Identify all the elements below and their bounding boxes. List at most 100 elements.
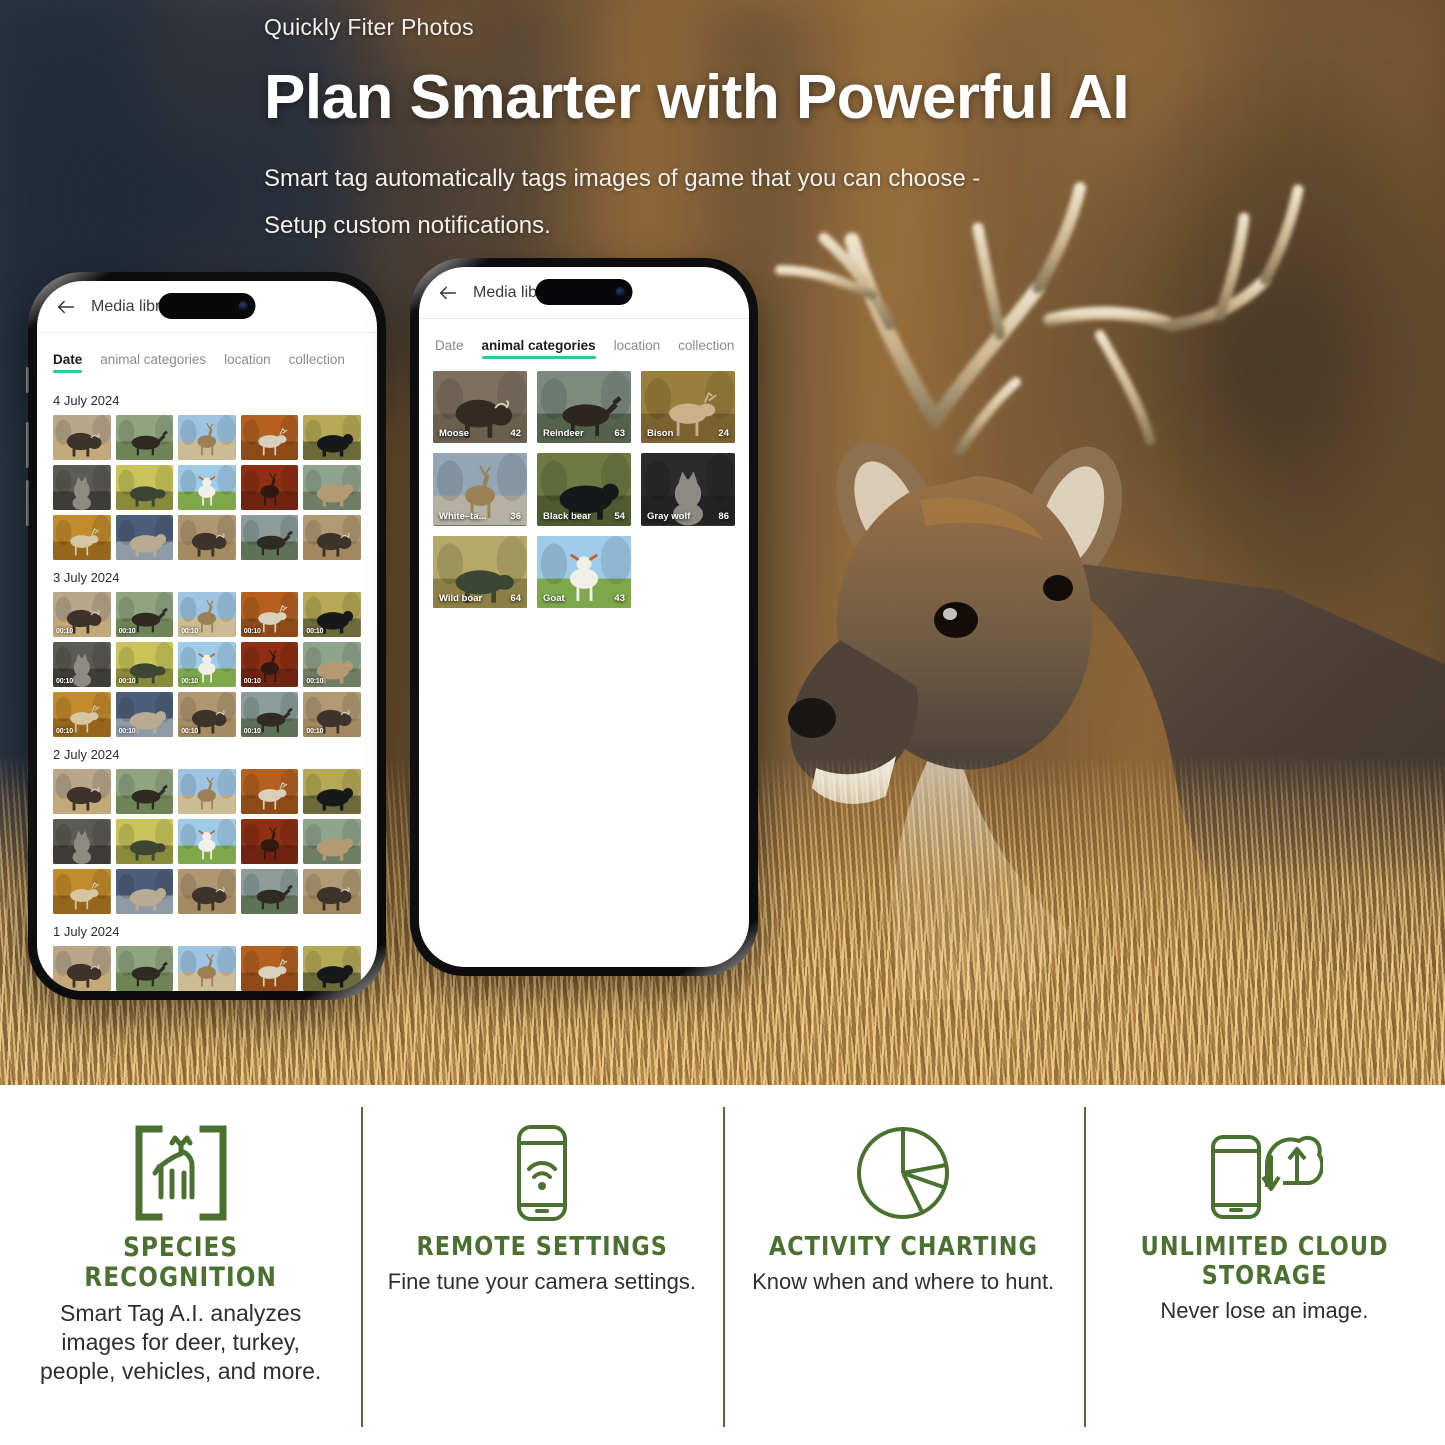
phone-cloud-sync-icon: [1205, 1119, 1324, 1227]
media-thumbnail[interactable]: [178, 515, 236, 560]
front-camera-icon: [238, 301, 249, 311]
back-arrow-icon[interactable]: [55, 296, 77, 318]
category-meta: Moose 42: [433, 428, 527, 439]
video-duration-badge: 00:10: [306, 627, 324, 635]
category-card[interactable]: Gray wolf 86: [641, 453, 735, 526]
feature-remote-settings: REMOTE SETTINGS Fine tune your camera se…: [361, 1085, 722, 1445]
category-card[interactable]: Wild boar 64: [433, 535, 527, 608]
category-label: Gray wolf: [647, 510, 691, 522]
media-thumbnail[interactable]: [303, 515, 361, 560]
media-thumbnail[interactable]: 00:10: [178, 592, 236, 637]
media-thumbnail[interactable]: [115, 869, 174, 914]
media-thumbnail[interactable]: [240, 465, 299, 510]
category-meta: Reindeer 63: [537, 428, 631, 439]
media-thumbnail[interactable]: 00:10: [240, 642, 299, 687]
media-thumbnail[interactable]: [303, 415, 361, 460]
media-thumbnail[interactable]: [240, 769, 299, 814]
media-thumbnail[interactable]: [240, 869, 299, 914]
photo-grid: [53, 946, 361, 991]
media-thumbnail[interactable]: 00:10: [240, 692, 299, 737]
media-thumbnail[interactable]: 00:10: [53, 692, 111, 737]
media-thumbnail[interactable]: 00:10: [115, 692, 174, 737]
feature-description: Know when and where to hunt.: [752, 1269, 1055, 1295]
media-thumbnail[interactable]: [178, 819, 236, 864]
feature-species-recognition: SPECIES RECOGNITION Smart Tag A.I. analy…: [0, 1085, 361, 1445]
tab-date[interactable]: Date: [53, 352, 83, 373]
media-thumbnail[interactable]: 00:10: [53, 592, 111, 637]
video-duration-badge: 00:10: [181, 678, 199, 685]
media-thumbnail[interactable]: 00:10: [178, 692, 236, 737]
front-camera-icon: [615, 287, 626, 297]
media-thumbnail[interactable]: [240, 819, 299, 864]
tab-location[interactable]: location: [224, 352, 271, 373]
media-thumbnail[interactable]: [178, 946, 236, 991]
category-label: White–ta...: [439, 510, 487, 522]
media-thumbnail[interactable]: 00:10: [303, 642, 361, 687]
category-meta: Bison 24: [641, 428, 735, 439]
media-thumbnail[interactable]: 00:10: [115, 592, 174, 637]
media-thumbnail[interactable]: [240, 515, 299, 560]
media-thumbnail[interactable]: [53, 769, 111, 814]
media-thumbnail[interactable]: 00:10: [240, 592, 299, 637]
media-thumbnail[interactable]: [240, 946, 299, 991]
media-thumbnail[interactable]: [178, 769, 236, 814]
video-duration-badge: 00:10: [118, 627, 136, 635]
video-duration-badge: 00:10: [243, 627, 261, 635]
media-thumbnail[interactable]: [303, 869, 361, 914]
media-thumbnail[interactable]: [115, 769, 174, 814]
media-thumbnail[interactable]: [115, 946, 174, 991]
video-duration-badge: 00:10: [56, 727, 73, 735]
category-card[interactable]: Bison 24: [641, 371, 735, 444]
tab-date[interactable]: Date: [435, 338, 464, 359]
feature-title: ACTIVITY CHARTING: [768, 1232, 1038, 1262]
animal-category-grid: Moose 42 Reindeer 63 Bison 24 White–ta... 36 Bla…: [419, 359, 749, 608]
media-thumbnail[interactable]: 00:10: [53, 642, 111, 687]
media-thumbnail[interactable]: 00:10: [303, 692, 361, 737]
media-thumbnail[interactable]: [303, 946, 361, 991]
category-card[interactable]: Moose 42: [433, 371, 527, 444]
tab-location[interactable]: location: [614, 338, 661, 359]
category-card[interactable]: Goat 43: [537, 535, 631, 608]
tab-collection[interactable]: collection: [678, 338, 734, 359]
media-thumbnail[interactable]: [53, 946, 111, 991]
media-thumbnail[interactable]: 00:10: [178, 642, 236, 687]
media-thumbnail[interactable]: [178, 415, 236, 460]
category-label: Goat: [543, 592, 565, 604]
media-thumbnail[interactable]: [115, 465, 174, 510]
category-count: 54: [614, 510, 625, 522]
media-thumbnail[interactable]: [53, 465, 111, 510]
category-meta: Black bear 54: [537, 511, 631, 522]
back-arrow-icon[interactable]: [437, 282, 459, 304]
media-thumbnail[interactable]: [240, 415, 299, 460]
category-card[interactable]: Black bear 54: [537, 453, 631, 526]
media-thumbnail[interactable]: 00:10: [303, 592, 361, 637]
tab-animal-categories[interactable]: animal categories: [481, 338, 596, 359]
media-thumbnail[interactable]: 00:10: [115, 642, 174, 687]
media-thumbnail[interactable]: [53, 515, 111, 560]
phone-a-volume-down-button[interactable]: [26, 480, 29, 526]
media-thumbnail[interactable]: [303, 465, 361, 510]
video-duration-badge: 00:10: [181, 628, 199, 635]
media-thumbnail[interactable]: [178, 465, 236, 510]
tab-animal-categories[interactable]: animal categories: [100, 352, 206, 373]
phone-a-media-list[interactable]: 4 July 2024 3 July 2024 00:10 00:10 00:10 00:…: [37, 373, 377, 991]
media-thumbnail[interactable]: [178, 869, 236, 914]
media-thumbnail[interactable]: [53, 869, 111, 914]
phone-a-volume-up-button[interactable]: [26, 422, 29, 468]
media-thumbnail[interactable]: [115, 819, 174, 864]
category-card[interactable]: Reindeer 63: [537, 371, 631, 444]
category-label: Moose: [439, 428, 470, 440]
video-duration-badge: 00:10: [243, 727, 261, 735]
media-thumbnail[interactable]: [53, 819, 111, 864]
media-thumbnail[interactable]: [303, 769, 361, 814]
media-thumbnail[interactable]: [303, 819, 361, 864]
phone-a-mute-switch[interactable]: [26, 367, 29, 393]
media-thumbnail[interactable]: [115, 415, 174, 460]
category-card[interactable]: White–ta... 36: [433, 453, 527, 526]
media-thumbnail[interactable]: [115, 515, 174, 560]
category-count: 24: [718, 428, 729, 440]
video-duration-badge: 00:10: [118, 727, 136, 735]
tab-collection[interactable]: collection: [289, 352, 345, 373]
phone-mockup-date-view: Media library Date animal categories locat…: [26, 272, 386, 1000]
media-thumbnail[interactable]: [53, 415, 111, 460]
